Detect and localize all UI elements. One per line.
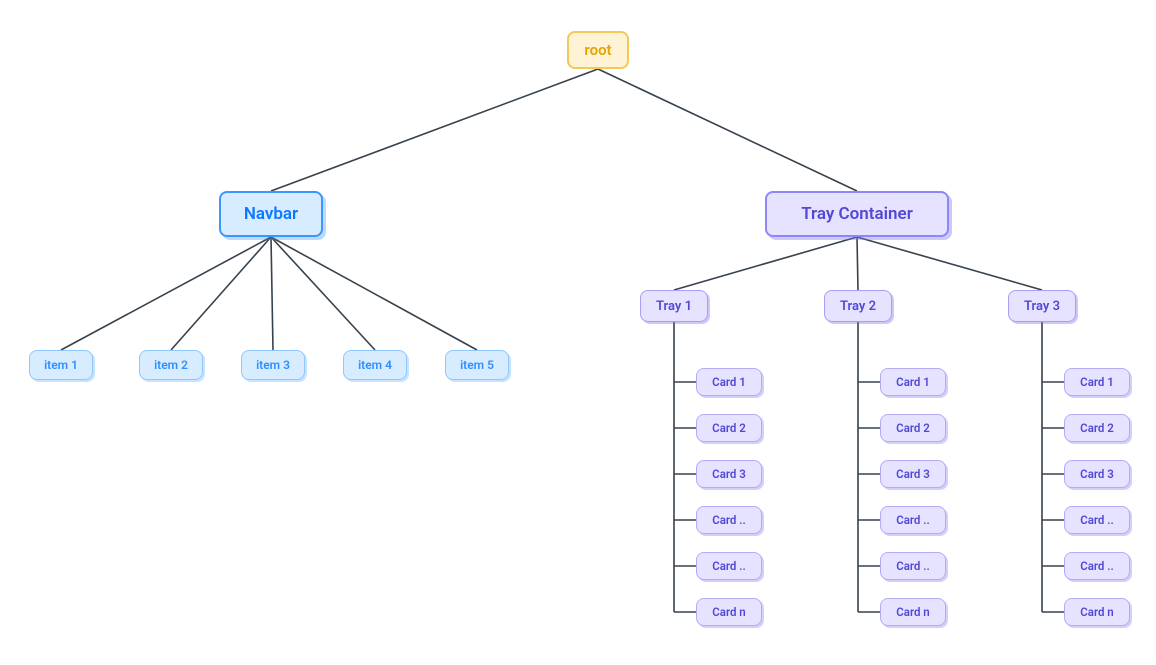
tray-2-card-3: Card 3 [880, 460, 946, 488]
node-tray-1: Tray 1 [640, 290, 708, 322]
navbar-item-5: item 5 [445, 350, 509, 380]
node-tray-3: Tray 3 [1008, 290, 1076, 322]
node-tray-2: Tray 2 [824, 290, 892, 322]
tray-3-card-2: Card 2 [1064, 414, 1130, 442]
tray-1-card-n: Card n [696, 598, 762, 626]
tray-2-card-5: Card .. [880, 552, 946, 580]
node-navbar: Navbar [219, 191, 323, 237]
tray-3-card-1: Card 1 [1064, 368, 1130, 396]
tray-3-card-4: Card .. [1064, 506, 1130, 534]
tray-3-card-n: Card n [1064, 598, 1130, 626]
tray-1-card-4: Card .. [696, 506, 762, 534]
tray-1-card-2: Card 2 [696, 414, 762, 442]
tray-1-card-1: Card 1 [696, 368, 762, 396]
tray-3-card-5: Card .. [1064, 552, 1130, 580]
tray-2-card-4: Card .. [880, 506, 946, 534]
tray-2-card-2: Card 2 [880, 414, 946, 442]
navbar-item-1: item 1 [29, 350, 93, 380]
tray-3-card-3: Card 3 [1064, 460, 1130, 488]
tray-2-card-n: Card n [880, 598, 946, 626]
tray-2-card-1: Card 1 [880, 368, 946, 396]
node-tray-container: Tray Container [765, 191, 949, 237]
edge-layer [0, 0, 1156, 665]
navbar-item-3: item 3 [241, 350, 305, 380]
tray-1-card-5: Card .. [696, 552, 762, 580]
navbar-item-4: item 4 [343, 350, 407, 380]
navbar-item-2: item 2 [139, 350, 203, 380]
diagram-canvas: root Navbar Tray Container item 1 item 2… [0, 0, 1156, 665]
node-root: root [567, 31, 629, 69]
tray-1-card-3: Card 3 [696, 460, 762, 488]
